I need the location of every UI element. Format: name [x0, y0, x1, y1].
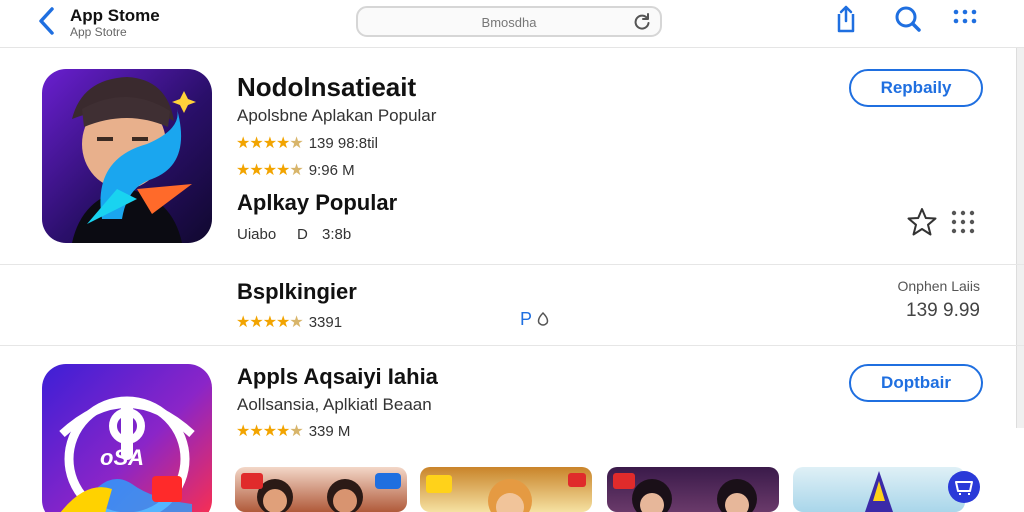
row-divider — [0, 345, 1024, 346]
store-title: App Stome — [70, 6, 160, 25]
stars-1b: ★★★★★ — [236, 162, 304, 179]
rating-row-2: ★★★★★ 3391 — [236, 312, 342, 332]
screenshot-thumb-3[interactable] — [607, 467, 779, 512]
share-icon[interactable] — [831, 4, 861, 34]
get-button-3[interactable]: Doptbair — [849, 364, 983, 402]
app-subtitle-1: Apolsbne Aplakan Popular — [237, 106, 437, 125]
stars-1: ★★★★★ — [236, 135, 304, 152]
row-divider — [0, 264, 1024, 265]
top-bar: App Stome App Stotre Bmosdha — [0, 0, 1024, 48]
meta-left-1: Uiabo — [237, 226, 277, 243]
screenshot-thumb-1[interactable] — [235, 467, 407, 512]
stars-2: ★★★★★ — [236, 314, 304, 331]
rating-row-3: ★★★★★ 339 M — [236, 421, 350, 441]
screenshot-thumb-4[interactable] — [793, 467, 965, 512]
rating-text-2: 3391 — [308, 314, 343, 331]
scrollbar[interactable] — [1016, 48, 1024, 428]
app-icon-1-art — [72, 77, 196, 243]
screenshot-thumb-2[interactable] — [420, 467, 592, 512]
refresh-icon[interactable] — [632, 12, 652, 32]
price-2: 139 9.99 — [906, 300, 980, 321]
rating-text-1: 139 98:8til — [308, 135, 378, 152]
app-icon-3[interactable] — [42, 364, 212, 512]
search-text: Bmosdha — [481, 15, 537, 30]
app-icon-3-label: oSA — [100, 445, 144, 470]
section-title: Aplkay Popular — [237, 190, 398, 215]
back-chevron-icon[interactable] — [34, 6, 62, 36]
rating-row-1b: ★★★★★ 9:96 M — [236, 160, 355, 180]
app-subtitle-3: Aollsansia, Aplkiatl Beaan — [237, 395, 432, 414]
more-grid-icon[interactable] — [950, 209, 976, 235]
rating-text-1b: 9:96 M — [308, 162, 355, 179]
stars-3: ★★★★★ — [236, 423, 304, 440]
mid-label-2: P — [520, 309, 533, 329]
favorite-star-icon[interactable] — [906, 206, 938, 238]
search-field[interactable]: Bmosdha — [356, 6, 662, 37]
cart-badge-icon[interactable] — [947, 470, 981, 504]
app-name-3[interactable]: Appls Aqsaiyi Iahia — [237, 364, 438, 390]
thumb-badge — [375, 473, 401, 489]
app-name-2[interactable]: Bsplkingier — [237, 279, 357, 305]
info-drop-icon[interactable] — [535, 311, 551, 327]
app-icon-1[interactable] — [42, 69, 212, 243]
app-name-1[interactable]: Nodolnsatieait — [237, 72, 416, 103]
meta-right-1: 3:8b — [322, 226, 352, 243]
app-icon-3-art — [59, 396, 195, 512]
thumb-4-art — [865, 471, 893, 512]
thumb-3-art — [613, 473, 757, 512]
get-button-1[interactable]: Repbaily — [849, 69, 983, 107]
right-label-2: Onphen Laiis — [897, 278, 980, 294]
rating-row-1: ★★★★★ 139 98:8til — [236, 133, 378, 153]
thumb-2-art — [426, 473, 586, 512]
meta-mid-1: D — [297, 226, 308, 243]
grid-menu-icon[interactable] — [950, 4, 980, 34]
store-subtitle: App Stotre — [70, 25, 127, 39]
rating-text-3: 339 M — [308, 423, 351, 440]
search-icon[interactable] — [893, 4, 923, 34]
